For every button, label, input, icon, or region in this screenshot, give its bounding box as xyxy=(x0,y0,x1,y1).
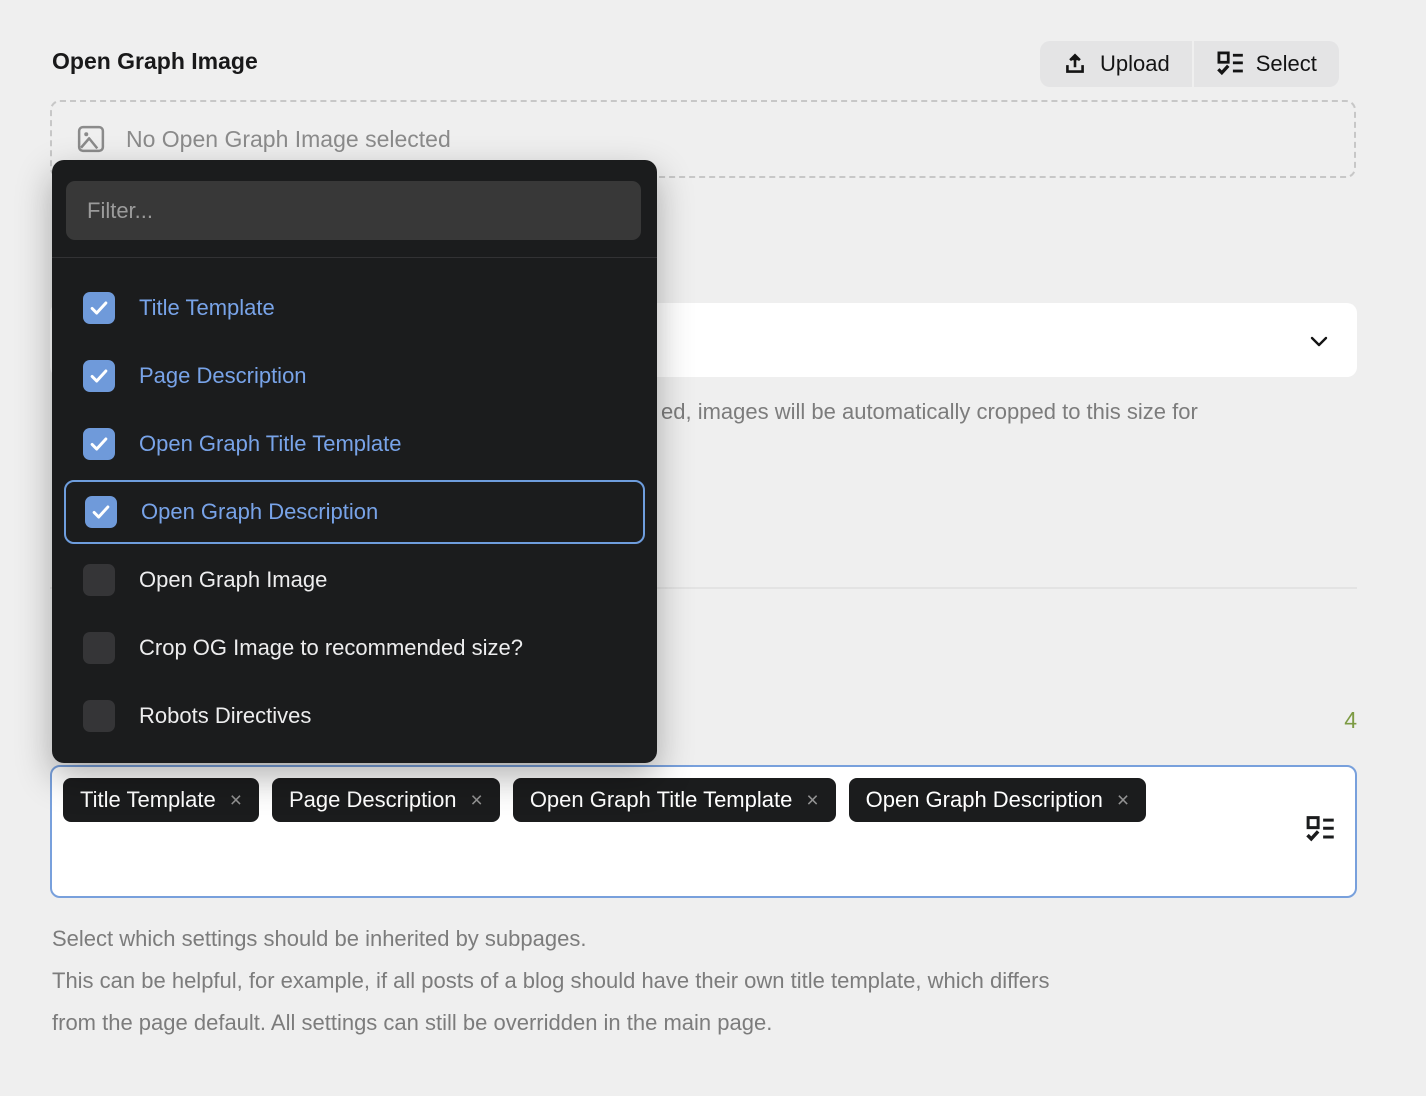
image-placeholder-icon xyxy=(76,124,106,154)
select-button-label: Select xyxy=(1256,51,1317,77)
checkbox-checked-icon[interactable] xyxy=(83,360,115,392)
checklist-icon xyxy=(1216,50,1244,78)
dropdown-item-label: Open Graph Image xyxy=(139,567,327,593)
dropdown-item-og-description[interactable]: Open Graph Description xyxy=(64,480,645,544)
image-field-actions: Upload Select xyxy=(1040,41,1339,87)
dropdown-item-page-description[interactable]: Page Description xyxy=(52,342,657,410)
dropdown-divider xyxy=(52,257,657,258)
dropdown-item-og-image[interactable]: Open Graph Image xyxy=(52,546,657,614)
instructions-line: Select which settings should be inherite… xyxy=(52,918,1049,960)
checklist-icon[interactable] xyxy=(1305,814,1335,849)
checkbox-checked-icon[interactable] xyxy=(83,292,115,324)
field-label-open-graph-image: Open Graph Image xyxy=(52,48,258,75)
checkbox-unchecked-icon[interactable] xyxy=(83,700,115,732)
checkbox-checked-icon[interactable] xyxy=(83,428,115,460)
remove-tag-icon[interactable]: × xyxy=(806,790,818,811)
dropdown-item-title-template[interactable]: Title Template xyxy=(52,274,657,342)
select-button[interactable]: Select xyxy=(1194,41,1339,87)
tag-label: Open Graph Title Template xyxy=(530,787,793,813)
crop-help-text-fragment: ed, images will be automatically cropped… xyxy=(661,399,1198,425)
dropdown-item-label: Open Graph Description xyxy=(141,499,378,525)
dropdown-item-label: Open Graph Title Template xyxy=(139,431,402,457)
remove-tag-icon[interactable]: × xyxy=(1117,790,1129,811)
inherited-settings-tags-field[interactable]: Title Template × Page Description × Open… xyxy=(50,765,1357,898)
dropdown-item-label: Crop OG Image to recommended size? xyxy=(139,635,523,661)
instructions-line: from the page default. All settings can … xyxy=(52,1002,1049,1044)
tag-label: Page Description xyxy=(289,787,457,813)
instructions-line: This can be helpful, for example, if all… xyxy=(52,960,1049,1002)
tag-og-title-template: Open Graph Title Template × xyxy=(513,778,836,822)
selected-count-badge: 4 xyxy=(1337,707,1357,734)
dropdown-item-label: Page Description xyxy=(139,363,307,389)
checkbox-checked-icon[interactable] xyxy=(85,496,117,528)
tag-title-template: Title Template × xyxy=(63,778,259,822)
no-image-selected-text: No Open Graph Image selected xyxy=(126,126,451,153)
tag-label: Open Graph Description xyxy=(866,787,1103,813)
dropdown-item-og-title-template[interactable]: Open Graph Title Template xyxy=(52,410,657,478)
chevron-down-icon xyxy=(1307,329,1331,358)
filter-input[interactable] xyxy=(66,181,641,240)
checkbox-unchecked-icon[interactable] xyxy=(83,632,115,664)
dropdown-item-label: Robots Directives xyxy=(139,703,311,729)
tag-og-description: Open Graph Description × xyxy=(849,778,1147,822)
upload-button[interactable]: Upload xyxy=(1040,41,1192,87)
checkbox-unchecked-icon[interactable] xyxy=(83,564,115,596)
tag-page-description: Page Description × xyxy=(272,778,500,822)
dropdown-item-crop-og-image[interactable]: Crop OG Image to recommended size? xyxy=(52,614,657,682)
upload-button-label: Upload xyxy=(1100,51,1170,77)
dropdown-item-label: Title Template xyxy=(139,295,275,321)
dropdown-items: Title Template Page Description Open Gra… xyxy=(52,274,657,750)
seo-settings-panel: Open Graph Image Upload xyxy=(0,0,1426,1096)
remove-tag-icon[interactable]: × xyxy=(230,790,242,811)
tag-label: Title Template xyxy=(80,787,216,813)
upload-icon xyxy=(1062,51,1088,77)
remove-tag-icon[interactable]: × xyxy=(471,790,483,811)
dropdown-item-robots-directives[interactable]: Robots Directives xyxy=(52,682,657,750)
settings-multiselect-dropdown: Title Template Page Description Open Gra… xyxy=(52,160,657,763)
field-instructions: Select which settings should be inherite… xyxy=(52,918,1049,1044)
